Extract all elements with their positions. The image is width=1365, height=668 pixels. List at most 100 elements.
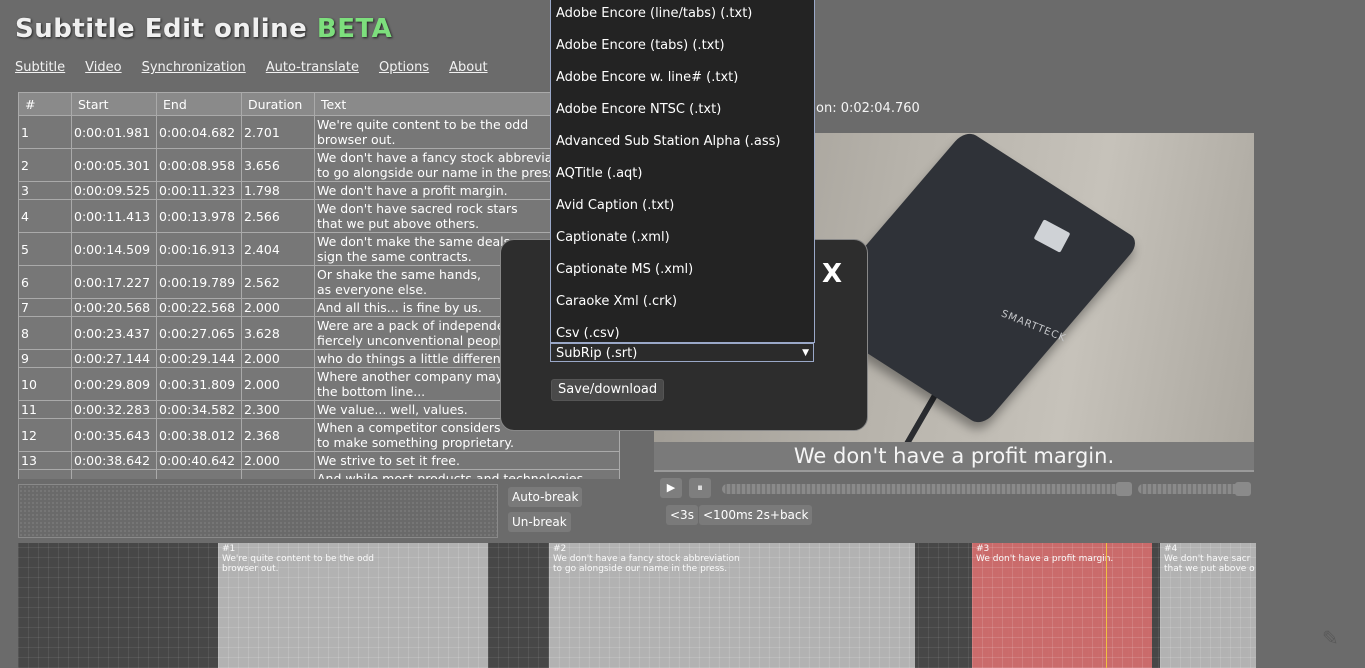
volume-handle[interactable] [1234,482,1251,496]
waveform-segment-3[interactable]: #3 We don't have a profit margin. [972,543,1152,668]
waveform[interactable]: #1 We're quite content to be the odd bro… [18,543,1256,668]
row-duration: 2.000 [241,451,315,470]
row-duration: 2.562 [241,265,315,299]
segment-text: We're quite content to be the odd browse… [222,554,375,574]
subtitle-text-editor[interactable] [18,484,498,538]
segment-label: #2 [553,544,567,554]
row-start: 0:00:17.227 [71,265,157,299]
column-header-start[interactable]: Start [71,92,157,116]
table-row[interactable]: And while most products and technologies [18,469,620,479]
format-option[interactable]: Csv (.csv) [551,320,814,342]
auto-break-button[interactable]: Auto-break [508,487,583,507]
seek-bar[interactable] [722,484,1132,494]
row-duration: 2.000 [241,298,315,317]
row-duration: 1.798 [241,181,315,200]
row-duration: 2.404 [241,232,315,266]
row-duration: 2.000 [241,349,315,368]
volume-bar[interactable] [1138,484,1248,494]
row-start: 0:00:05.301 [71,148,157,182]
play-button[interactable]: ▶ [660,478,682,498]
format-option[interactable]: Captionate (.xml) [551,224,814,256]
row-duration: 2.368 [241,418,315,452]
back-100ms-button[interactable]: <100ms [699,505,758,525]
column-header-number[interactable]: # [18,92,72,116]
row-duration: 3.628 [241,316,315,350]
waveform-segment-4[interactable]: #4 We don't have sacr that we put above … [1160,543,1256,668]
format-dropdown-list[interactable]: Adobe Encore (line/tabs) (.txt) Adobe Enc… [550,0,815,343]
table-row[interactable]: 1 0:00:01.981 0:00:04.682 2.701 We're quite … [18,115,620,149]
two-seconds-back-button[interactable]: 2s+back [752,505,813,525]
row-start: 0:00:20.568 [71,298,157,317]
row-number [18,469,72,479]
menu-subtitle[interactable]: Subtitle [15,60,65,75]
table-row[interactable]: 3 0:00:09.525 0:00:11.323 1.798 We don't hav… [18,181,620,200]
pause-button[interactable]: ⏸ [689,478,711,498]
row-duration: 2.701 [241,115,315,149]
format-option[interactable]: Adobe Encore w. line# (.txt) [551,64,814,96]
format-option[interactable]: Avid Caption (.txt) [551,192,814,224]
segment-label: #1 [222,544,236,554]
menu-auto-translate[interactable]: Auto-translate [266,60,359,75]
format-option[interactable]: Adobe Encore (tabs) (.txt) [551,32,814,64]
row-start: 0:00:09.525 [71,181,157,200]
waveform-segment-1[interactable]: #1 We're quite content to be the odd bro… [218,543,488,668]
beta-badge: BETA [316,14,393,44]
format-option[interactable]: Advanced Sub Station Alpha (.ass) [551,128,814,160]
close-dialog-button[interactable]: X [822,259,842,289]
row-end: 0:00:16.913 [156,232,242,266]
format-option[interactable]: Adobe Encore NTSC (.txt) [551,96,814,128]
segment-text: We don't have a fancy stock abbreviation… [553,554,740,574]
row-duration [241,469,315,479]
row-number: 6 [18,265,72,299]
column-header-duration[interactable]: Duration [241,92,315,116]
un-break-button[interactable]: Un-break [508,512,571,532]
row-end: 0:00:22.568 [156,298,242,317]
menu-options[interactable]: Options [379,60,429,75]
menu-about[interactable]: About [449,60,487,75]
play-icon: ▶ [666,481,676,494]
row-number: 11 [18,400,72,419]
main-menu: Subtitle Video Synchronization Auto-tran… [15,60,488,75]
row-end: 0:00:38.012 [156,418,242,452]
format-select[interactable]: SubRip (.srt) ▼ [550,343,814,362]
row-start: 0:00:38.642 [71,451,157,470]
table-row[interactable]: 2 0:00:05.301 0:00:08.958 3.656 We don't hav… [18,148,620,182]
format-option[interactable]: Caraoke Xml (.crk) [551,288,814,320]
row-end: 0:00:34.582 [156,400,242,419]
waveform-cursor [1106,543,1107,668]
row-number: 4 [18,199,72,233]
pen-icon[interactable]: ✎ [1322,626,1344,650]
row-start: 0:00:29.809 [71,367,157,401]
row-end: 0:00:19.789 [156,265,242,299]
menu-video[interactable]: Video [85,60,121,75]
video-caption: We don't have a profit margin. [793,444,1115,468]
row-end: 0:00:04.682 [156,115,242,149]
segment-text: We don't have a profit margin. [976,554,1114,564]
column-header-end[interactable]: End [156,92,242,116]
seek-handle[interactable] [1115,482,1132,496]
row-number: 10 [18,367,72,401]
format-option[interactable]: Adobe Encore (line/tabs) (.txt) [551,0,814,32]
save-download-button[interactable]: Save/download [551,379,665,401]
waveform-segment-2[interactable]: #2 We don't have a fancy stock abbreviat… [549,543,915,668]
menu-synchronization[interactable]: Synchronization [142,60,246,75]
format-option[interactable]: AQTitle (.aqt) [551,160,814,192]
row-start: 0:00:27.144 [71,349,157,368]
row-end: 0:00:27.065 [156,316,242,350]
format-select-value: SubRip (.srt) [556,346,638,361]
app-title-text: Subtitle Edit online [15,14,308,44]
row-text: And while most products and technologies [314,469,620,479]
row-number: 8 [18,316,72,350]
format-option[interactable]: Captionate MS (.xml) [551,256,814,288]
row-start: 0:00:11.413 [71,199,157,233]
back-3s-button[interactable]: <3s [666,505,698,525]
row-number: 9 [18,349,72,368]
row-duration: 2.566 [241,199,315,233]
row-start: 0:00:23.437 [71,316,157,350]
row-number: 2 [18,148,72,182]
row-duration: 2.000 [241,367,315,401]
table-row[interactable]: 4 0:00:11.413 0:00:13.978 2.566 We don't hav… [18,199,620,233]
row-number: 7 [18,298,72,317]
row-number: 1 [18,115,72,149]
table-row[interactable]: 13 0:00:38.642 0:00:40.642 2.000 We strive t… [18,451,620,470]
